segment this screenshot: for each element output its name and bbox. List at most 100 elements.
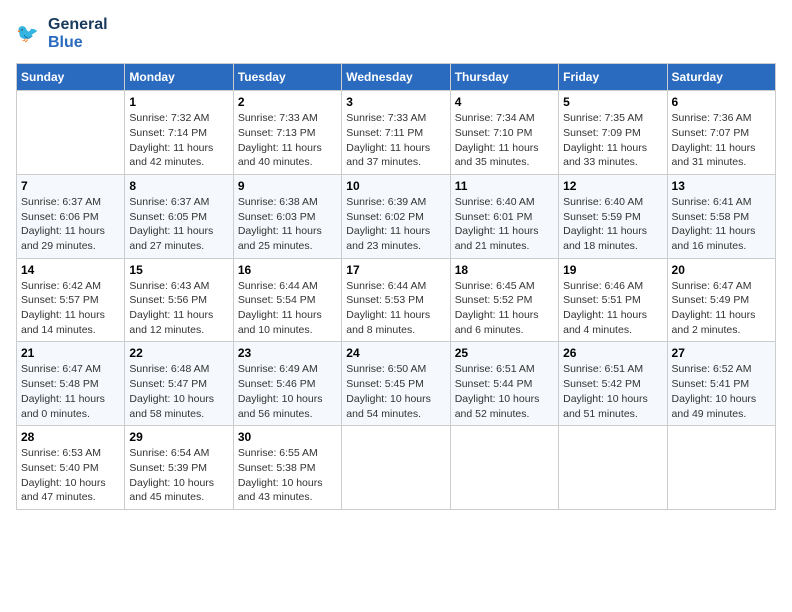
calendar-cell: 4Sunrise: 7:34 AM Sunset: 7:10 PM Daylig… — [450, 91, 558, 175]
day-info: Sunrise: 6:43 AM Sunset: 5:56 PM Dayligh… — [129, 279, 228, 338]
logo-text-line1: General — [48, 16, 108, 34]
column-header-sunday: Sunday — [17, 64, 125, 91]
calendar-cell: 11Sunrise: 6:40 AM Sunset: 6:01 PM Dayli… — [450, 174, 558, 258]
day-info: Sunrise: 6:44 AM Sunset: 5:53 PM Dayligh… — [346, 279, 445, 338]
day-number: 17 — [346, 263, 445, 277]
day-info: Sunrise: 6:49 AM Sunset: 5:46 PM Dayligh… — [238, 362, 337, 421]
day-number: 6 — [672, 95, 771, 109]
calendar-cell: 20Sunrise: 6:47 AM Sunset: 5:49 PM Dayli… — [667, 258, 775, 342]
day-number: 14 — [21, 263, 120, 277]
day-info: Sunrise: 6:55 AM Sunset: 5:38 PM Dayligh… — [238, 446, 337, 505]
calendar-cell: 12 Sunrise: 6:40 AM Sunset: 5:59 PM Dayli… — [559, 174, 667, 258]
calendar-cell: 5 Sunrise: 7:35 AM Sunset: 7:09 PM Daylig… — [559, 91, 667, 175]
day-info: Sunrise: 7:32 AM Sunset: 7:14 PM Dayligh… — [129, 111, 228, 170]
day-info: Sunrise: 6:42 AM Sunset: 5:57 PM Dayligh… — [21, 279, 120, 338]
day-info: Sunrise: 6:41 AM Sunset: 5:58 PM Dayligh… — [672, 195, 771, 254]
day-info: Sunrise: 6:37 AM Sunset: 6:06 PM Dayligh… — [21, 195, 120, 254]
day-number: 5 — [563, 95, 662, 109]
logo: 🐦 General Blue — [16, 16, 108, 51]
day-info: Sunrise: 6:37 AM Sunset: 6:05 PM Dayligh… — [129, 195, 228, 254]
logo-icon: 🐦 — [16, 20, 44, 48]
calendar-cell: 19Sunrise: 6:46 AM Sunset: 5:51 PM Dayli… — [559, 258, 667, 342]
calendar-cell: 1 Sunrise: 7:32 AM Sunset: 7:14 PM Daylig… — [125, 91, 233, 175]
calendar-cell: 24 Sunrise: 6:50 AM Sunset: 5:45 PM Dayli… — [342, 342, 450, 426]
day-info: Sunrise: 6:50 AM Sunset: 5:45 PM Dayligh… — [346, 362, 445, 421]
column-header-friday: Friday — [559, 64, 667, 91]
day-number: 7 — [21, 179, 120, 193]
day-info: Sunrise: 6:53 AM Sunset: 5:40 PM Dayligh… — [21, 446, 120, 505]
day-number: 25 — [455, 346, 554, 360]
calendar-cell — [667, 426, 775, 510]
day-number: 15 — [129, 263, 228, 277]
calendar-cell: 8 Sunrise: 6:37 AM Sunset: 6:05 PM Daylig… — [125, 174, 233, 258]
day-info: Sunrise: 7:33 AM Sunset: 7:13 PM Dayligh… — [238, 111, 337, 170]
calendar-cell: 10 Sunrise: 6:39 AM Sunset: 6:02 PM Dayli… — [342, 174, 450, 258]
calendar-cell: 22Sunrise: 6:48 AM Sunset: 5:47 PM Dayli… — [125, 342, 233, 426]
day-number: 10 — [346, 179, 445, 193]
day-info: Sunrise: 6:51 AM Sunset: 5:42 PM Dayligh… — [563, 362, 662, 421]
day-number: 9 — [238, 179, 337, 193]
day-info: Sunrise: 7:36 AM Sunset: 7:07 PM Dayligh… — [672, 111, 771, 170]
calendar-cell: 27 Sunrise: 6:52 AM Sunset: 5:41 PM Dayli… — [667, 342, 775, 426]
day-number: 13 — [672, 179, 771, 193]
calendar-cell: 30Sunrise: 6:55 AM Sunset: 5:38 PM Dayli… — [233, 426, 341, 510]
day-info: Sunrise: 6:45 AM Sunset: 5:52 PM Dayligh… — [455, 279, 554, 338]
calendar-cell: 25 Sunrise: 6:51 AM Sunset: 5:44 PM Dayli… — [450, 342, 558, 426]
calendar-cell — [559, 426, 667, 510]
column-header-thursday: Thursday — [450, 64, 558, 91]
day-number: 12 — [563, 179, 662, 193]
column-header-saturday: Saturday — [667, 64, 775, 91]
calendar-week-row: 7 Sunrise: 6:37 AM Sunset: 6:06 PM Daylig… — [17, 174, 776, 258]
day-info: Sunrise: 6:40 AM Sunset: 5:59 PM Dayligh… — [563, 195, 662, 254]
day-info: Sunrise: 6:47 AM Sunset: 5:48 PM Dayligh… — [21, 362, 120, 421]
calendar-cell: 14 Sunrise: 6:42 AM Sunset: 5:57 PM Dayli… — [17, 258, 125, 342]
day-info: Sunrise: 6:48 AM Sunset: 5:47 PM Dayligh… — [129, 362, 228, 421]
calendar-cell: 18 Sunrise: 6:45 AM Sunset: 5:52 PM Dayli… — [450, 258, 558, 342]
calendar-cell: 7 Sunrise: 6:37 AM Sunset: 6:06 PM Daylig… — [17, 174, 125, 258]
day-info: Sunrise: 6:44 AM Sunset: 5:54 PM Dayligh… — [238, 279, 337, 338]
day-number: 16 — [238, 263, 337, 277]
day-number: 27 — [672, 346, 771, 360]
calendar-cell: 26 Sunrise: 6:51 AM Sunset: 5:42 PM Dayli… — [559, 342, 667, 426]
calendar-cell — [342, 426, 450, 510]
calendar-cell: 3Sunrise: 7:33 AM Sunset: 7:11 PM Daylig… — [342, 91, 450, 175]
day-number: 8 — [129, 179, 228, 193]
calendar-cell: 29 Sunrise: 6:54 AM Sunset: 5:39 PM Dayli… — [125, 426, 233, 510]
day-info: Sunrise: 6:51 AM Sunset: 5:44 PM Dayligh… — [455, 362, 554, 421]
calendar-header-row: SundayMondayTuesdayWednesdayThursdayFrid… — [17, 64, 776, 91]
calendar-cell — [450, 426, 558, 510]
day-number: 29 — [129, 430, 228, 444]
day-number: 23 — [238, 346, 337, 360]
day-number: 4 — [455, 95, 554, 109]
day-number: 1 — [129, 95, 228, 109]
column-header-monday: Monday — [125, 64, 233, 91]
calendar-week-row: 1 Sunrise: 7:32 AM Sunset: 7:14 PM Daylig… — [17, 91, 776, 175]
day-info: Sunrise: 6:47 AM Sunset: 5:49 PM Dayligh… — [672, 279, 771, 338]
day-info: Sunrise: 6:39 AM Sunset: 6:02 PM Dayligh… — [346, 195, 445, 254]
day-number: 28 — [21, 430, 120, 444]
day-info: Sunrise: 6:52 AM Sunset: 5:41 PM Dayligh… — [672, 362, 771, 421]
day-info: Sunrise: 7:35 AM Sunset: 7:09 PM Dayligh… — [563, 111, 662, 170]
calendar-cell: 21Sunrise: 6:47 AM Sunset: 5:48 PM Dayli… — [17, 342, 125, 426]
day-info: Sunrise: 6:40 AM Sunset: 6:01 PM Dayligh… — [455, 195, 554, 254]
day-number: 26 — [563, 346, 662, 360]
calendar-cell: 16 Sunrise: 6:44 AM Sunset: 5:54 PM Dayli… — [233, 258, 341, 342]
day-number: 3 — [346, 95, 445, 109]
calendar-cell: 6 Sunrise: 7:36 AM Sunset: 7:07 PM Daylig… — [667, 91, 775, 175]
calendar-cell: 15 Sunrise: 6:43 AM Sunset: 5:56 PM Dayli… — [125, 258, 233, 342]
calendar-cell: 23 Sunrise: 6:49 AM Sunset: 5:46 PM Dayli… — [233, 342, 341, 426]
day-info: Sunrise: 6:46 AM Sunset: 5:51 PM Dayligh… — [563, 279, 662, 338]
calendar-cell: 17 Sunrise: 6:44 AM Sunset: 5:53 PM Dayli… — [342, 258, 450, 342]
day-number: 18 — [455, 263, 554, 277]
calendar-cell: 9 Sunrise: 6:38 AM Sunset: 6:03 PM Daylig… — [233, 174, 341, 258]
column-header-wednesday: Wednesday — [342, 64, 450, 91]
calendar-cell: 13 Sunrise: 6:41 AM Sunset: 5:58 PM Dayli… — [667, 174, 775, 258]
calendar-cell: 2Sunrise: 7:33 AM Sunset: 7:13 PM Daylig… — [233, 91, 341, 175]
logo-text-line2: Blue — [48, 34, 108, 52]
calendar-cell: 28 Sunrise: 6:53 AM Sunset: 5:40 PM Dayli… — [17, 426, 125, 510]
page-header: 🐦 General Blue — [16, 16, 776, 51]
day-number: 24 — [346, 346, 445, 360]
day-info: Sunrise: 6:38 AM Sunset: 6:03 PM Dayligh… — [238, 195, 337, 254]
column-header-tuesday: Tuesday — [233, 64, 341, 91]
day-info: Sunrise: 6:54 AM Sunset: 5:39 PM Dayligh… — [129, 446, 228, 505]
